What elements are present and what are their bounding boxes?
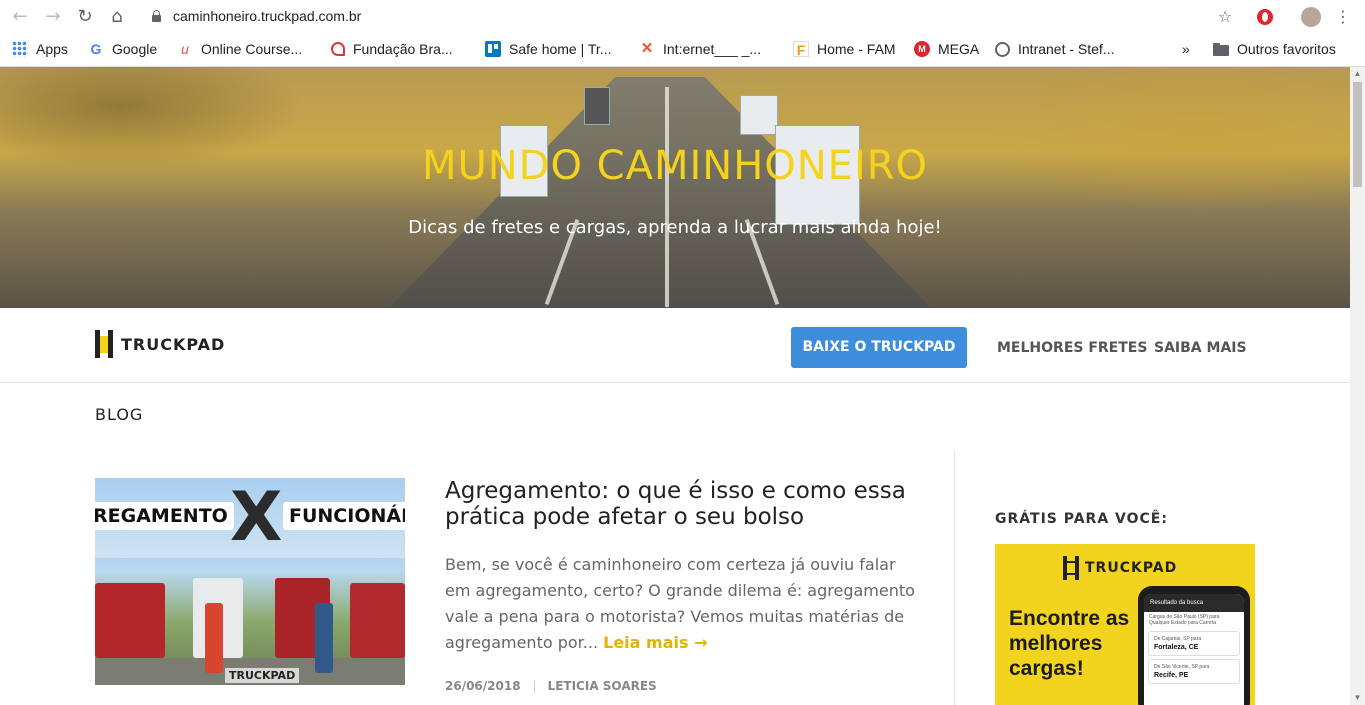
truckpad-logo-icon: [95, 330, 113, 358]
logo-text: TRUCKPAD: [121, 334, 226, 354]
forward-icon[interactable]: →: [42, 6, 64, 28]
bookmark-label: Fundação Bra...: [353, 41, 453, 57]
ad-headline: Encontre as melhores cargas!: [1009, 607, 1130, 680]
thumb-caption-left: REGAMENTO: [95, 502, 234, 530]
bookmark-label: Int:ernet___ _...: [663, 41, 762, 57]
read-more-link[interactable]: Leia mais →: [603, 633, 707, 652]
menu-kebab-icon[interactable]: ⋮: [1332, 6, 1354, 28]
bookmark-internet[interactable]: ✕ Int:ernet___ _...: [639, 40, 761, 58]
hero-title: MUNDO CAMINHONEIRO: [421, 143, 929, 189]
post-excerpt: Bem, se você é caminhoneiro com certeza …: [445, 552, 915, 656]
sidebar-title: GRÁTIS PARA VOCÊ:: [995, 511, 1168, 527]
hero-banner: MUNDO CAMINHONEIRO Dicas de fretes e car…: [0, 67, 1350, 308]
bookmark-label: Google: [112, 41, 158, 57]
bookmark-google[interactable]: G Google: [88, 40, 158, 58]
post-title[interactable]: Agregamento: o que é isso e como essa pr…: [445, 478, 915, 530]
trello-icon: [485, 41, 501, 57]
bookmark-mega[interactable]: M MEGA: [914, 40, 979, 58]
screen-header: Resultado da busca: [1144, 594, 1244, 612]
bookmark-fundacao[interactable]: Fundação Bra...: [331, 40, 453, 58]
reload-icon[interactable]: ↻: [74, 6, 96, 28]
download-truckpad-button[interactable]: BAIXE O TRUCKPAD: [791, 327, 967, 368]
truck-image: [350, 583, 405, 658]
bookmark-label: Online Course...: [201, 41, 303, 57]
post-date: 26/06/2018: [445, 679, 521, 693]
section-title-blog: BLOG: [95, 405, 144, 424]
bookmark-home-fam[interactable]: F Home - FAM: [793, 40, 896, 58]
scrollbar-thumb[interactable]: [1353, 82, 1362, 187]
bookmark-label: Home - FAM: [817, 41, 896, 57]
phone-mockup: Resultado da busca Cargas de São Paulo (…: [1138, 586, 1250, 705]
bookmark-label: Safe home | Tr...: [509, 41, 612, 57]
bookmark-label: Outros favoritos: [1237, 41, 1336, 57]
bookmark-label: MEGA: [938, 41, 980, 57]
truckpad-logo-icon: [1063, 556, 1079, 580]
mega-icon: M: [914, 41, 930, 57]
address-bar[interactable]: caminhoneiro.truckpad.com.br: [140, 4, 1210, 30]
nav-link-melhores-fretes[interactable]: MELHORES FRETES: [997, 340, 1147, 356]
post-meta: 26/06/2018 LETICIA SOARES: [445, 679, 657, 693]
page-scrollbar[interactable]: ▲ ▼: [1350, 67, 1365, 705]
bookmark-safe-home[interactable]: Safe home | Tr...: [485, 40, 611, 58]
hero-subtitle: Dicas de fretes e cargas, aprenda a lucr…: [408, 217, 942, 238]
nav-link-saiba-mais[interactable]: SAIBA MAIS: [1154, 340, 1247, 356]
bookmark-apps[interactable]: Apps: [12, 40, 68, 58]
web-page: MUNDO CAMINHONEIRO Dicas de fretes e car…: [0, 67, 1350, 705]
phone-screen: Resultado da busca Cargas de São Paulo (…: [1144, 594, 1244, 705]
apps-grid-icon: [12, 41, 28, 57]
browser-chrome: ← → ↻ ⌂ caminhoneiro.truckpad.com.br ☆ ⋮…: [0, 0, 1365, 67]
meta-separator: [533, 679, 535, 693]
thumb-caption-x: X: [230, 478, 283, 557]
bookmark-label: Apps: [36, 41, 68, 57]
url-text: caminhoneiro.truckpad.com.br: [173, 8, 362, 24]
home-icon[interactable]: ⌂: [106, 6, 128, 28]
back-icon[interactable]: ←: [9, 6, 31, 28]
google-icon: G: [90, 41, 102, 57]
lock-icon: [152, 10, 161, 22]
card-origin: De Cajamar, SP para: [1154, 636, 1202, 642]
column-divider: [954, 450, 955, 705]
profile-avatar-icon[interactable]: [1300, 6, 1322, 28]
screen-result-card: De São Vicente, SP para Recife, PE: [1148, 659, 1240, 684]
bookmark-intranet[interactable]: Intranet - Stef...: [995, 40, 1115, 58]
browser-toolbar: ← → ↻ ⌂ caminhoneiro.truckpad.com.br ☆ ⋮: [0, 0, 1365, 34]
post-author[interactable]: LETICIA SOARES: [548, 679, 657, 693]
udemy-icon: u: [181, 41, 189, 57]
fundacao-icon: [331, 42, 345, 56]
app-ad-banner[interactable]: TRUCKPAD Encontre as melhores cargas! Re…: [995, 544, 1255, 705]
opera-extension-icon[interactable]: [1254, 6, 1276, 28]
truck-image: [740, 95, 778, 135]
bookmark-label: Intranet - Stef...: [1018, 41, 1115, 57]
fam-icon: F: [793, 41, 809, 58]
person-image: [315, 603, 333, 673]
star-icon[interactable]: ☆: [1214, 6, 1236, 28]
screen-filter-text: Cargas de São Paulo (SP) para Qualquer E…: [1149, 614, 1220, 626]
bookmarks-bar: Apps G Google u Online Course... Fundaçã…: [0, 34, 1365, 64]
x-logo-icon: ✕: [640, 40, 654, 57]
thumb-caption-right: FUNCIONÁR: [283, 502, 405, 530]
truckpad-logo[interactable]: TRUCKPAD: [95, 329, 225, 359]
scroll-up-arrow-icon[interactable]: ▲: [1353, 69, 1362, 79]
post-thumbnail[interactable]: REGAMENTO X FUNCIONÁR TRUCKPAD: [95, 478, 405, 685]
ad-logo-text: TRUCKPAD: [1085, 560, 1178, 576]
bookmarks-overflow-button[interactable]: »: [1182, 40, 1190, 58]
overflow-chevron-icon: »: [1182, 41, 1190, 57]
thumb-brand: TRUCKPAD: [225, 668, 300, 683]
person-image: [205, 603, 223, 673]
truck-image: [95, 583, 165, 658]
scroll-down-arrow-icon[interactable]: ▼: [1353, 693, 1362, 703]
card-destination: Fortaleza, CE: [1154, 644, 1199, 651]
site-navbar: TRUCKPAD BAIXE O TRUCKPAD MELHORES FRETE…: [0, 308, 1350, 383]
lane-marking: [665, 87, 669, 307]
bookmark-other-favorites[interactable]: Outros favoritos: [1213, 40, 1336, 58]
screen-result-card: De Cajamar, SP para Fortaleza, CE: [1148, 631, 1240, 656]
ad-logo: TRUCKPAD: [1063, 556, 1177, 580]
truck-image: [584, 87, 610, 125]
folder-icon: [1213, 41, 1229, 57]
card-destination: Recife, PE: [1154, 672, 1189, 679]
card-origin: De São Vicente, SP para: [1154, 664, 1210, 670]
globe-icon: [995, 41, 1010, 57]
bookmark-online-course[interactable]: u Online Course...: [177, 40, 302, 58]
